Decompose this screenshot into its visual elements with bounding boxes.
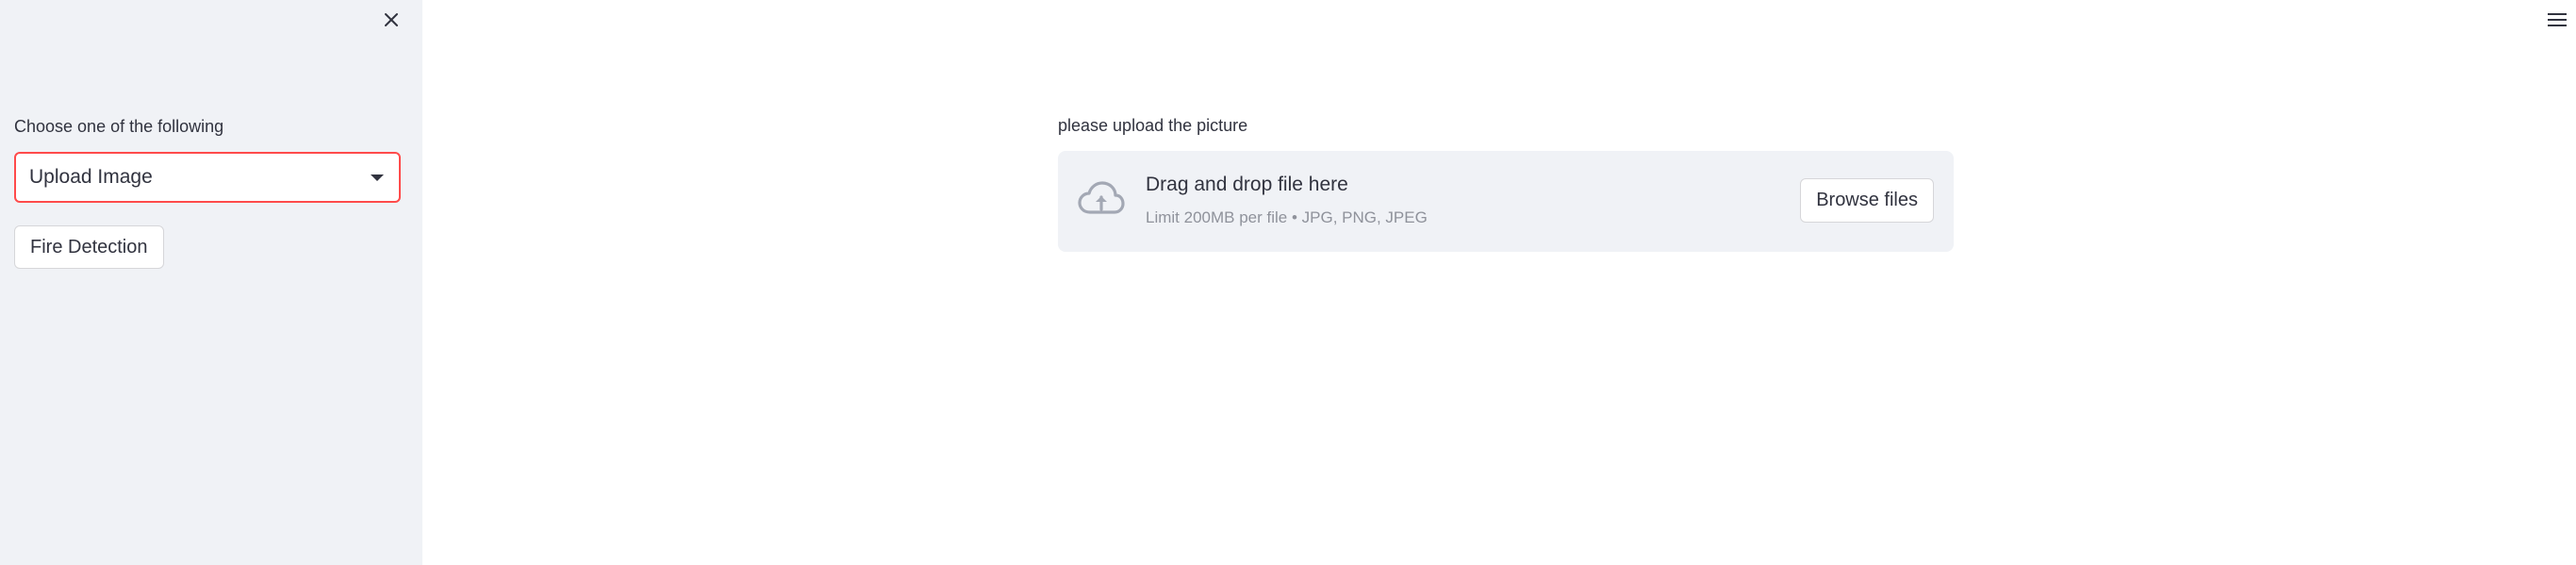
fire-detection-button[interactable]: Fire Detection xyxy=(14,225,164,269)
uploader-label: please upload the picture xyxy=(1058,116,1248,135)
close-icon[interactable] xyxy=(379,8,404,32)
app-root: Choose one of the following Upload Image… xyxy=(0,0,2576,565)
menu-bar xyxy=(2548,19,2567,21)
dropzone-title: Drag and drop file here xyxy=(1146,174,1348,195)
sidebar: Choose one of the following Upload Image… xyxy=(0,0,422,565)
menu-bar xyxy=(2548,25,2567,26)
select-label: Choose one of the following xyxy=(14,117,224,136)
chevron-down-icon xyxy=(371,174,384,181)
mode-select[interactable]: Upload Image xyxy=(14,152,401,203)
file-dropzone[interactable]: Drag and drop file here Limit 200MB per … xyxy=(1058,151,1954,252)
browse-files-button[interactable]: Browse files xyxy=(1800,178,1934,223)
dropzone-subtitle: Limit 200MB per file • JPG, PNG, JPEG xyxy=(1146,208,1428,226)
select-value: Upload Image xyxy=(29,166,153,188)
menu-bar xyxy=(2548,13,2567,15)
cloud-upload-icon xyxy=(1078,181,1125,214)
hamburger-menu-icon[interactable] xyxy=(2546,9,2568,32)
close-icon-glyph xyxy=(385,13,398,26)
